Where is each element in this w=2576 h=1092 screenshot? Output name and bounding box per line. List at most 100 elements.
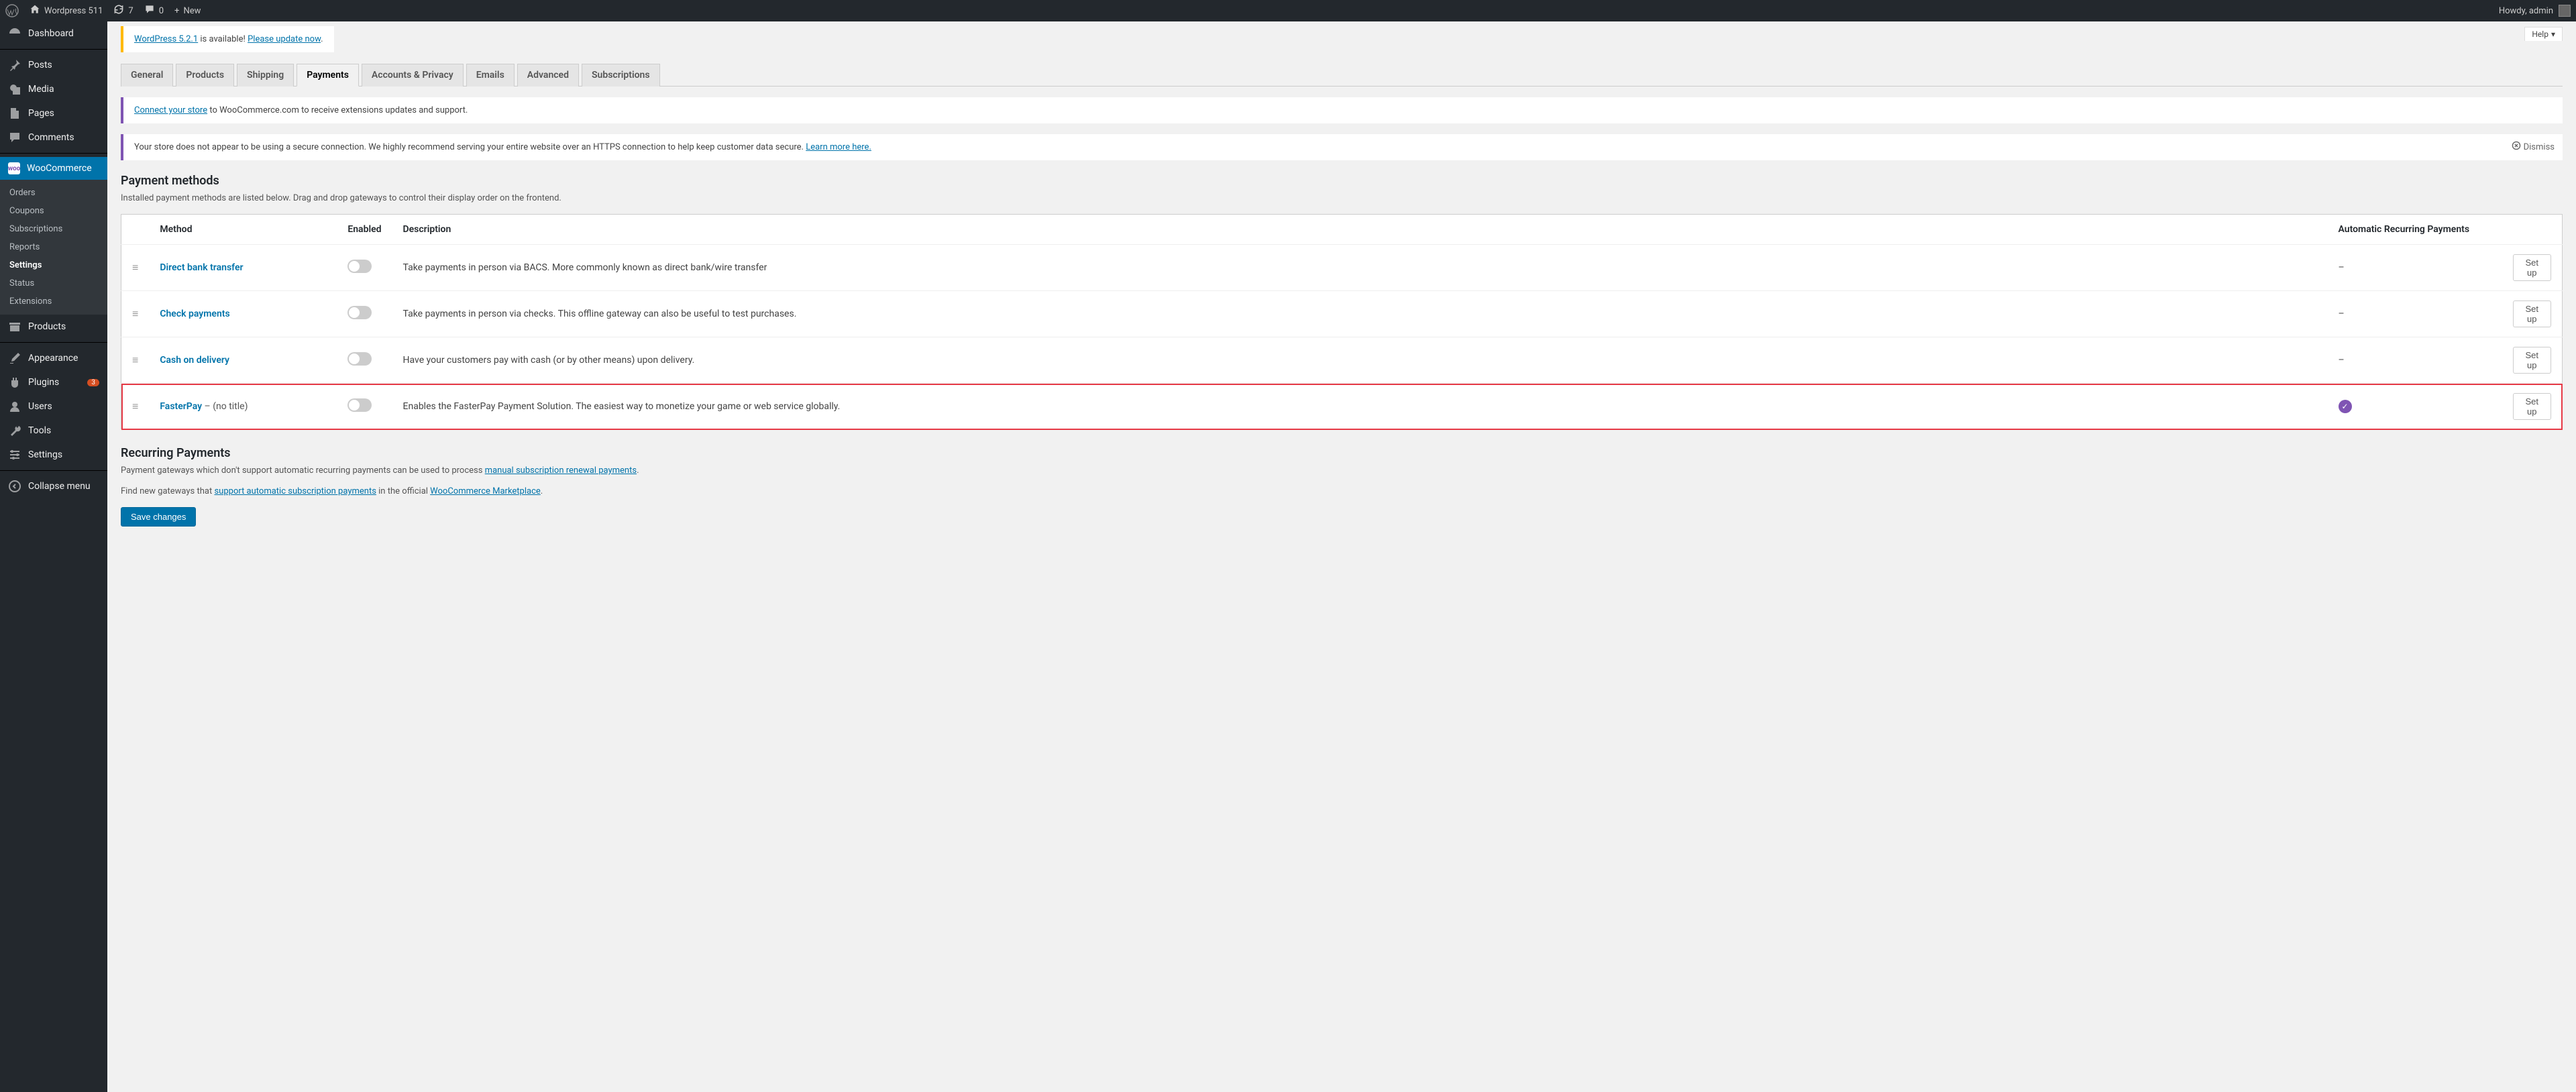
menu-label: Pages (28, 108, 54, 119)
dashboard-icon (8, 27, 21, 40)
woocommerce-icon: woo (8, 162, 20, 174)
menu-media[interactable]: Media (0, 77, 107, 101)
tab-subscriptions[interactable]: Subscriptions (582, 64, 660, 87)
auto-subscription-link[interactable]: support automatic subscription payments (214, 486, 376, 496)
payment-row: ≡ Cash on delivery Have your customers pay… (121, 337, 2563, 384)
comments-count: 0 (159, 6, 164, 16)
method-description: Take payments in person via checks. This… (392, 291, 2328, 337)
tab-accounts[interactable]: Accounts & Privacy (362, 64, 464, 87)
drag-handle-icon[interactable]: ≡ (132, 400, 138, 413)
submenu-subscriptions[interactable]: Subscriptions (0, 220, 107, 238)
submenu-extensions[interactable]: Extensions (0, 292, 107, 311)
home-icon (30, 4, 40, 17)
menu-plugins[interactable]: Plugins 3 (0, 370, 107, 394)
new-link[interactable]: + New (174, 6, 201, 16)
setup-button[interactable]: Set up (2513, 347, 2552, 374)
plugin-count-badge: 3 (87, 379, 99, 386)
col-description: Description (392, 215, 2328, 245)
payment-methods-table: Method Enabled Description Automatic Rec… (121, 214, 2563, 430)
refresh-icon (113, 4, 124, 17)
learn-more-link[interactable]: Learn more here. (806, 142, 871, 152)
menu-label: Posts (28, 60, 52, 70)
method-link[interactable]: FasterPay (160, 401, 202, 412)
tab-payments[interactable]: Payments (297, 64, 359, 87)
drag-handle-icon[interactable]: ≡ (132, 307, 138, 320)
menu-label: Collapse menu (28, 481, 91, 492)
admin-sidebar: Dashboard Posts Media Pages Comments woo… (0, 21, 107, 1092)
dismiss-text: Dismiss (2524, 142, 2555, 152)
menu-collapse[interactable]: Collapse menu (0, 474, 107, 498)
tab-advanced[interactable]: Advanced (517, 64, 579, 87)
menu-users[interactable]: Users (0, 394, 107, 419)
setup-button[interactable]: Set up (2513, 393, 2552, 420)
payment-row: ≡ Check payments Take payments in person v… (121, 291, 2563, 337)
drag-handle-icon[interactable]: ≡ (132, 353, 138, 366)
recurring-value: – (2339, 262, 2345, 273)
woocommerce-submenu: Orders Coupons Subscriptions Reports Set… (0, 180, 107, 315)
menu-dashboard[interactable]: Dashboard (0, 21, 107, 46)
plug-icon (8, 376, 21, 389)
menu-posts[interactable]: Posts (0, 53, 107, 77)
wrench-icon (8, 424, 21, 437)
tab-products[interactable]: Products (176, 64, 234, 87)
payment-methods-heading: Payment methods (121, 174, 2563, 188)
tab-general[interactable]: General (121, 64, 173, 87)
menu-label: Products (28, 321, 66, 332)
tab-shipping[interactable]: Shipping (237, 64, 294, 87)
menu-comments[interactable]: Comments (0, 125, 107, 150)
connect-store-link[interactable]: Connect your store (134, 105, 207, 115)
help-label: Help (2532, 30, 2548, 39)
submenu-status[interactable]: Status (0, 274, 107, 292)
method-link[interactable]: Direct bank transfer (160, 262, 243, 273)
setup-button[interactable]: Set up (2513, 254, 2552, 281)
menu-settings[interactable]: Settings (0, 443, 107, 467)
enabled-toggle[interactable] (347, 352, 372, 366)
method-link[interactable]: Check payments (160, 309, 229, 319)
avatar (2559, 5, 2571, 17)
archive-icon (8, 320, 21, 333)
method-suffix: – (no title) (202, 401, 248, 412)
dismiss-icon (2512, 141, 2521, 153)
wp-version-link[interactable]: WordPress 5.2.1 (134, 34, 198, 44)
new-text: New (183, 6, 201, 16)
menu-woocommerce[interactable]: woo WooCommerce (0, 157, 107, 180)
col-enabled: Enabled (337, 215, 392, 245)
submenu-coupons[interactable]: Coupons (0, 202, 107, 220)
menu-label: Media (28, 84, 54, 95)
menu-appearance[interactable]: Appearance (0, 346, 107, 370)
menu-label: WooCommerce (27, 163, 92, 174)
marketplace-link[interactable]: WooCommerce Marketplace (430, 486, 541, 496)
col-method: Method (149, 215, 337, 245)
check-icon: ✓ (2339, 400, 2352, 413)
save-changes-button[interactable]: Save changes (121, 507, 196, 527)
account-menu[interactable]: Howdy, admin (2499, 5, 2571, 17)
wp-logo[interactable] (5, 4, 19, 17)
help-tab[interactable]: Help ▾ (2524, 27, 2563, 41)
updates-link[interactable]: 7 (113, 4, 133, 17)
menu-products[interactable]: Products (0, 315, 107, 339)
comments-link[interactable]: 0 (144, 4, 164, 17)
method-link[interactable]: Cash on delivery (160, 355, 229, 366)
menu-tools[interactable]: Tools (0, 419, 107, 443)
submenu-reports[interactable]: Reports (0, 238, 107, 256)
enabled-toggle[interactable] (347, 398, 372, 412)
secure-notice: Your store does not appear to be using a… (121, 134, 2563, 160)
method-description: Take payments in person via BACS. More c… (392, 245, 2328, 291)
recurring-value: – (2339, 355, 2345, 366)
enabled-toggle[interactable] (347, 260, 372, 273)
drag-handle-icon[interactable]: ≡ (132, 261, 138, 274)
menu-label: Comments (28, 132, 74, 143)
menu-pages[interactable]: Pages (0, 101, 107, 125)
method-description: Have your customers pay with cash (or by… (392, 337, 2328, 384)
site-name-link[interactable]: Wordpress 511 (30, 4, 103, 17)
manual-renewal-link[interactable]: manual subscription renewal payments (485, 466, 637, 476)
update-now-link[interactable]: Please update now (248, 34, 321, 44)
submenu-orders[interactable]: Orders (0, 184, 107, 202)
setup-button[interactable]: Set up (2513, 301, 2552, 327)
recurring-heading: Recurring Payments (121, 446, 2563, 460)
user-icon (8, 400, 21, 413)
enabled-toggle[interactable] (347, 306, 372, 319)
submenu-settings[interactable]: Settings (0, 256, 107, 274)
tab-emails[interactable]: Emails (466, 64, 515, 87)
dismiss-button[interactable]: Dismiss (2512, 141, 2555, 153)
